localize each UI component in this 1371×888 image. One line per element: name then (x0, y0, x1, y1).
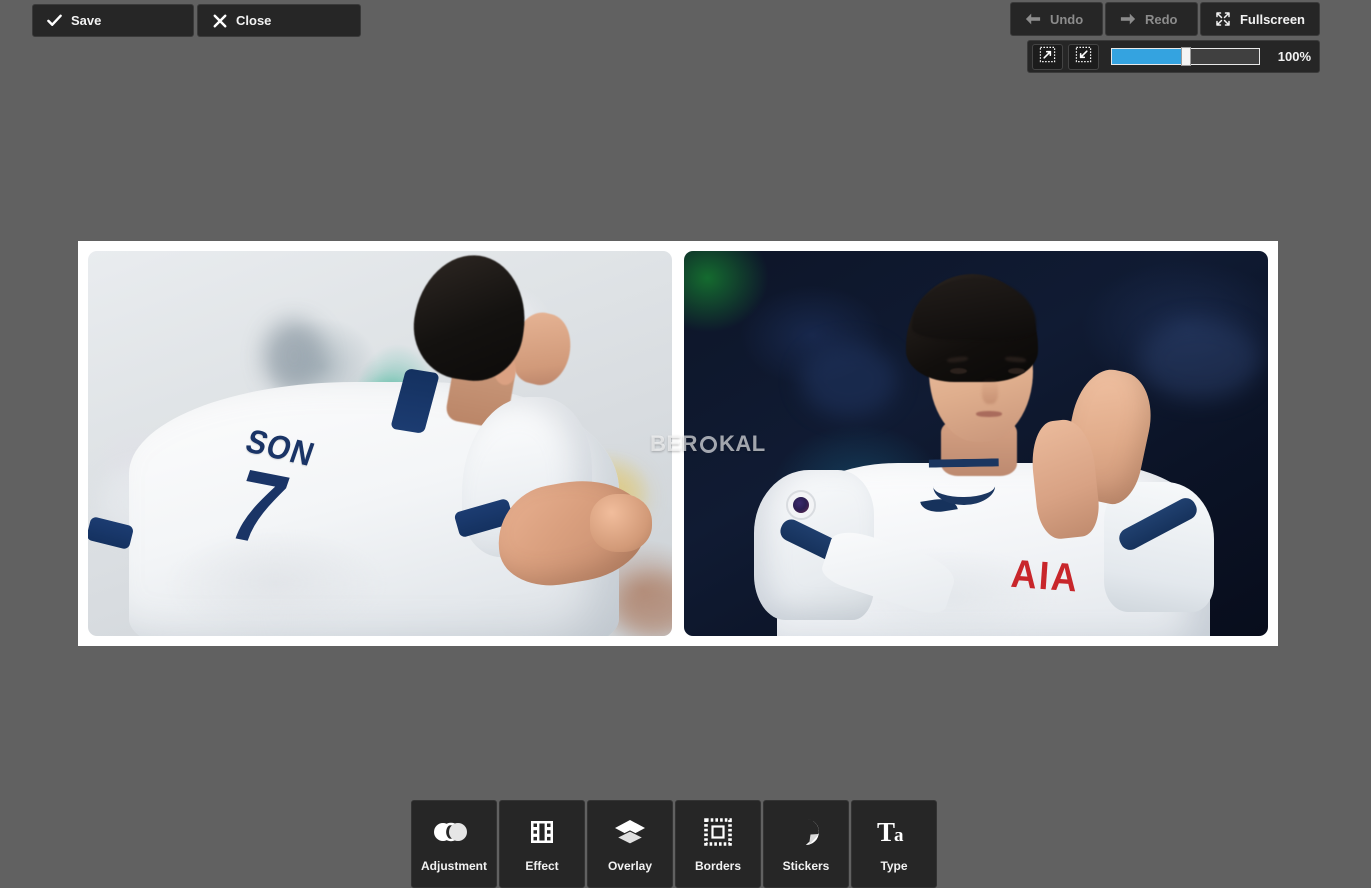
tool-adjustment-label: Adjustment (421, 858, 487, 873)
collage-canvas[interactable]: SON 7 AIA (78, 241, 1278, 646)
text-type-icon: T a (877, 816, 911, 848)
player-fist (590, 493, 653, 552)
tool-stickers-label: Stickers (782, 858, 830, 873)
redo-button[interactable]: Redo (1104, 2, 1198, 36)
zoom-in-button[interactable] (1068, 43, 1099, 70)
tool-adjustment[interactable]: Adjustment (411, 800, 497, 888)
zoom-level-label: 100% (1277, 49, 1311, 64)
layers-icon (613, 816, 647, 848)
photo-editor-app: Save Close Undo Redo Fullscreen 100% SON… (0, 0, 1371, 888)
tool-overlay-label: Overlay (607, 858, 653, 873)
sticker-icon (790, 816, 822, 848)
save-button-label: Save (71, 13, 102, 28)
zoom-slider-handle[interactable] (1180, 47, 1191, 66)
save-button[interactable]: Save (32, 4, 194, 37)
zoom-toolbar: 100% (1027, 40, 1320, 73)
close-button[interactable]: Close (197, 4, 361, 37)
film-strip-icon (527, 816, 557, 848)
close-button-label: Close (236, 13, 272, 28)
svg-text:T: T (877, 817, 895, 847)
premier-league-badge (786, 489, 817, 520)
tool-borders-label: Borders (694, 858, 741, 873)
zoom-out-button[interactable] (1032, 43, 1063, 70)
undo-button[interactable]: Undo (1009, 2, 1103, 36)
arrow-right-icon (1120, 11, 1136, 27)
player2-nose (981, 378, 998, 405)
zoom-out-icon (1039, 46, 1056, 68)
tool-effect[interactable]: Effect (499, 800, 585, 888)
undo-button-label: Undo (1049, 11, 1084, 27)
contrast-circles-icon (434, 816, 474, 848)
arrow-left-icon (1025, 11, 1041, 27)
zoom-slider[interactable] (1111, 47, 1260, 66)
frame-icon (703, 816, 733, 848)
tool-effect-label: Effect (525, 858, 559, 873)
collage-photo-2[interactable]: AIA (684, 251, 1268, 636)
player2-mouth (976, 410, 1002, 417)
jersey-sponsor-text: AIA (1009, 550, 1081, 601)
tool-type-label: Type (880, 858, 908, 873)
check-icon (47, 13, 62, 28)
tool-borders[interactable]: Borders (675, 800, 761, 888)
tool-overlay[interactable]: Overlay (587, 800, 673, 888)
expand-arrows-icon (1215, 11, 1231, 27)
tool-stickers[interactable]: Stickers (763, 800, 849, 888)
tool-type[interactable]: T a Type (851, 800, 937, 888)
svg-text:a: a (894, 825, 904, 846)
jersey2-vneck (928, 458, 1000, 494)
top-left-toolbar: Save Close (32, 4, 361, 37)
fullscreen-button-label: Fullscreen (1239, 11, 1305, 27)
bottom-toolbar: Adjustment Effect Overlay Borders Sticke… (411, 800, 937, 888)
close-x-icon (212, 13, 227, 28)
fullscreen-button[interactable]: Fullscreen (1199, 2, 1320, 36)
player2-fringe (911, 277, 1036, 340)
top-right-toolbar: Undo Redo Fullscreen (1009, 2, 1320, 36)
redo-button-label: Redo (1144, 11, 1178, 27)
zoom-slider-fill (1112, 49, 1186, 64)
collage-photo-1[interactable]: SON 7 (88, 251, 672, 636)
zoom-in-icon (1075, 46, 1092, 68)
